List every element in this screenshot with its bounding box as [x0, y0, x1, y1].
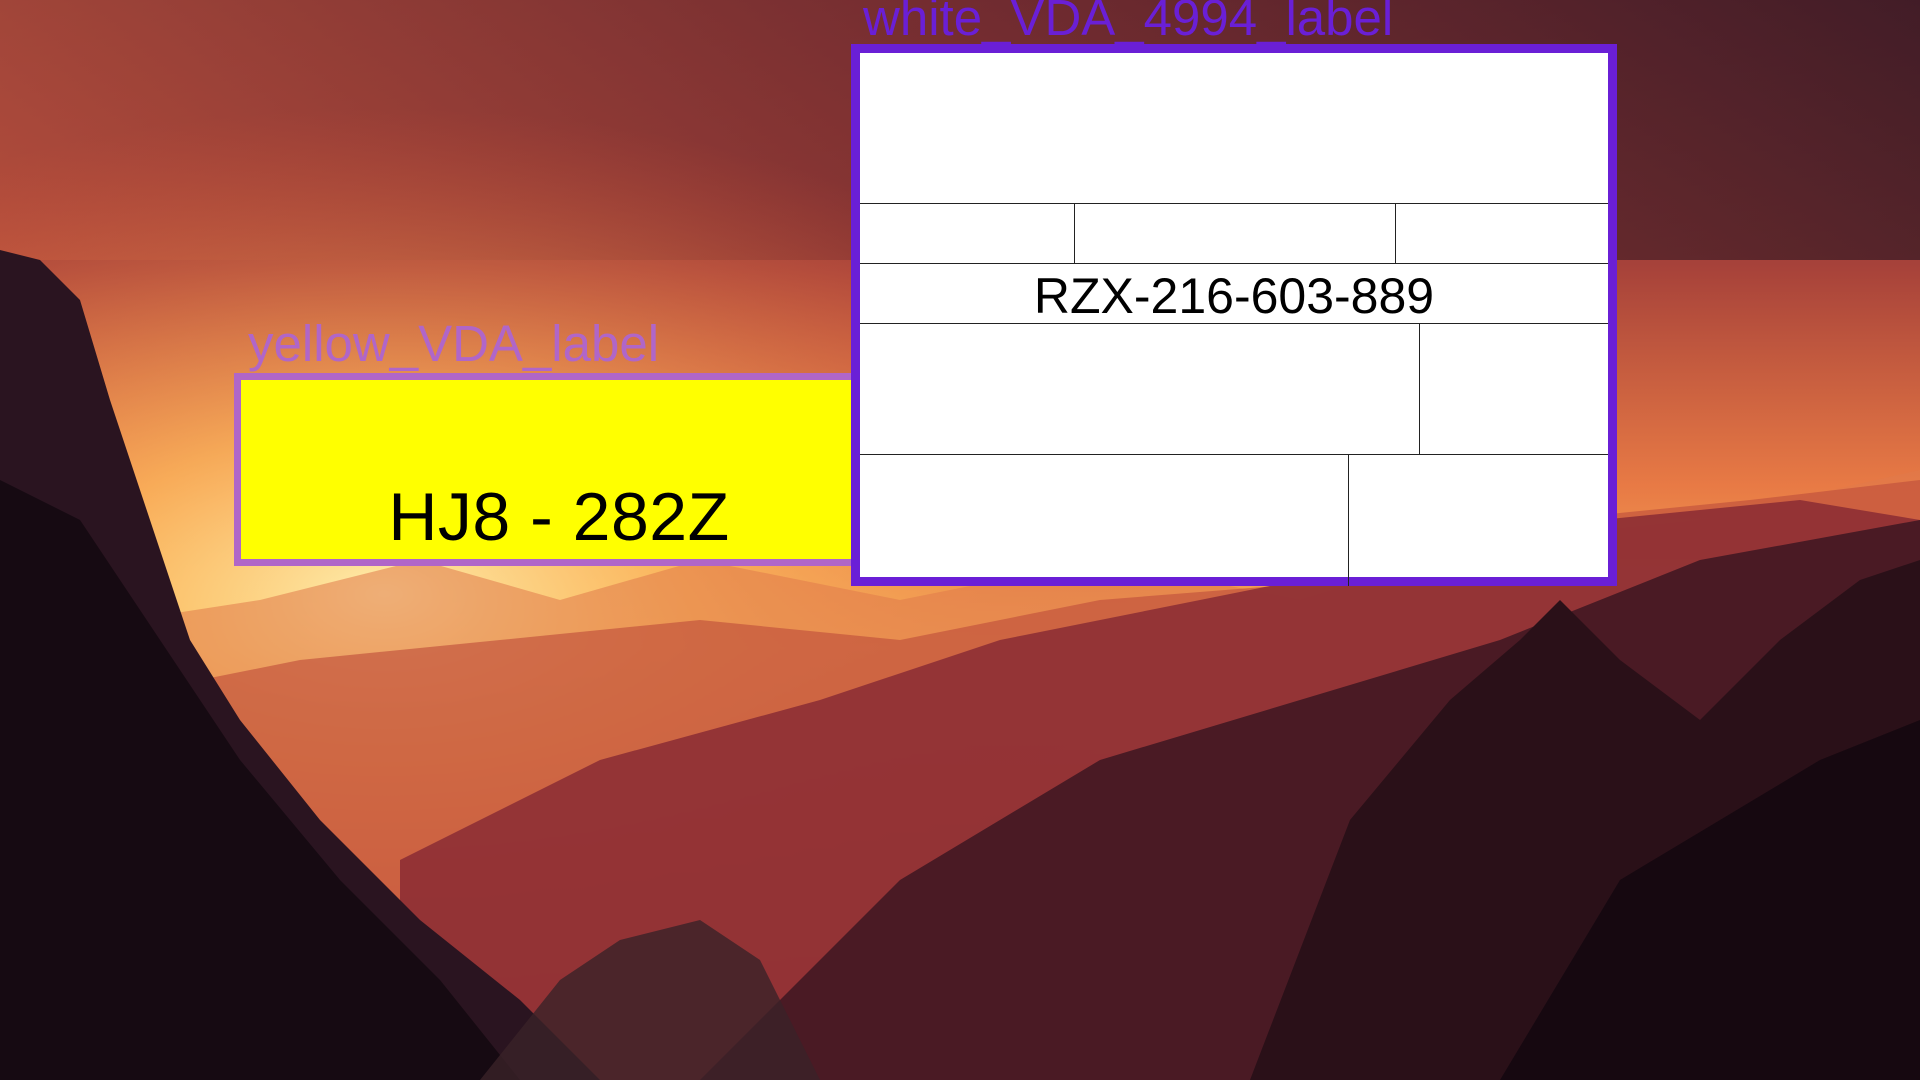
label-grid-line [1074, 203, 1075, 263]
white-label-caption: white_VDA_4994_label [863, 0, 1394, 46]
yellow-label-text: HJ8 - 282Z [388, 479, 730, 555]
label-grid-line [860, 203, 1608, 204]
label-grid-line [1419, 323, 1420, 454]
label-code-text: RZX-216-603-889 [1033, 268, 1435, 324]
label-grid-line [1348, 454, 1349, 586]
yellow-label-caption: yellow_VDA_label [248, 315, 660, 372]
label-grid-line [1395, 203, 1396, 263]
white-vda-4994-label: RZX-216-603-889 [860, 53, 1608, 586]
label-grid-line [860, 263, 1608, 264]
label-grid-line [860, 454, 1608, 455]
white-vda-4994-label-box[interactable]: RZX-216-603-889 [851, 44, 1617, 586]
yellow-vda-label: HJ8 - 282Z [241, 380, 877, 559]
yellow-vda-label-box[interactable]: HJ8 - 282Z [234, 373, 884, 566]
